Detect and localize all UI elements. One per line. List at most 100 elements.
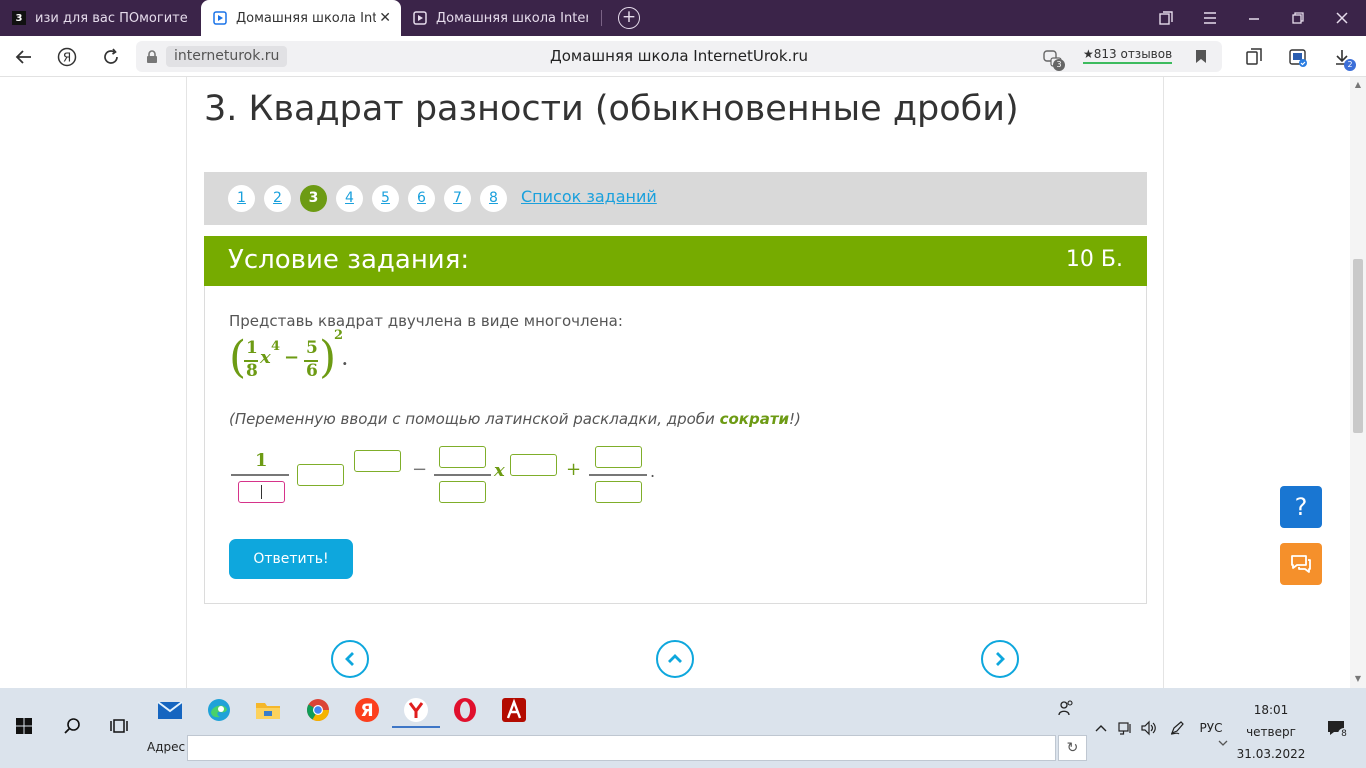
fraction-bar xyxy=(434,474,491,476)
prev-lesson-button[interactable] xyxy=(331,640,369,678)
system-clock[interactable]: 18:01 четверг 31.03.2022 xyxy=(1234,699,1308,765)
help-button[interactable]: ? xyxy=(1280,486,1322,528)
acrobat-icon[interactable] xyxy=(498,696,530,724)
tab-3[interactable]: Домашняя школа InternetUrok xyxy=(413,0,599,36)
search-icon[interactable] xyxy=(56,712,88,740)
notifications-icon[interactable]: 8 xyxy=(1324,718,1350,740)
task-header: Условие задания: 10 Б. xyxy=(204,236,1147,286)
close-window-icon[interactable] xyxy=(1320,0,1364,36)
scrollbar-thumb[interactable] xyxy=(1353,259,1363,433)
answer-input-7-numerator[interactable] xyxy=(595,446,642,468)
downloads-badge: 2 xyxy=(1344,59,1356,71)
task-body: Представь квадрат двучлена в виде многоч… xyxy=(204,286,1147,604)
fraction-bar xyxy=(589,474,647,476)
chevron-left-icon xyxy=(345,652,354,666)
pager-item-3[interactable]: 3 xyxy=(300,185,327,212)
pager-item-8[interactable]: 8 xyxy=(480,185,507,212)
file-explorer-icon[interactable] xyxy=(252,696,284,724)
minimize-icon[interactable] xyxy=(1232,0,1276,36)
pen-icon[interactable] xyxy=(1167,718,1187,738)
edge-browser-icon[interactable] xyxy=(203,696,235,724)
address-toolbar-label: Адрес xyxy=(147,740,186,754)
tab-separator xyxy=(601,10,602,26)
pager-item-4[interactable]: 4 xyxy=(336,185,363,212)
submit-answer-button[interactable]: Ответить! xyxy=(229,539,353,579)
page-scrollbar[interactable]: ▲ ▼ xyxy=(1350,77,1366,688)
people-icon[interactable] xyxy=(1056,698,1076,718)
answer-plus: + xyxy=(566,459,582,480)
pager-item-5[interactable]: 5 xyxy=(372,185,399,212)
svg-text:Я: Я xyxy=(63,51,71,65)
expr-num1: 1 xyxy=(246,338,258,358)
chat-icon xyxy=(1291,555,1311,573)
scroll-up-arrow-icon[interactable]: ▲ xyxy=(1353,80,1363,89)
network-icon[interactable] xyxy=(1115,718,1135,738)
notifications-badge: 8 xyxy=(1338,728,1350,740)
hint-end: !) xyxy=(789,410,801,428)
chrome-icon[interactable] xyxy=(302,696,334,724)
play-icon xyxy=(213,11,227,25)
task-pager: 1 2 3 4 5 6 7 8 Список заданий xyxy=(204,172,1147,225)
tab-1[interactable]: 3 изи для вас ПОмогите алгебра xyxy=(12,0,198,36)
scroll-top-button[interactable] xyxy=(656,640,694,678)
protect-icon[interactable]: 3 xyxy=(1042,47,1065,71)
left-paren: ( xyxy=(229,332,247,383)
pager-item-6[interactable]: 6 xyxy=(408,185,435,212)
clock-time: 18:01 xyxy=(1253,703,1289,717)
address-toolbar-input[interactable] xyxy=(187,735,1228,761)
task-list-link[interactable]: Список заданий xyxy=(521,187,657,206)
chevron-down-icon[interactable] xyxy=(1218,739,1228,750)
volume-icon[interactable] xyxy=(1139,718,1159,738)
play-icon xyxy=(413,11,427,25)
bookmarks-panel-icon[interactable] xyxy=(1144,0,1188,36)
tab-title: Домашняя школа InternetUrok xyxy=(436,10,588,26)
close-icon[interactable]: ✕ xyxy=(379,10,391,26)
answer-input-5-denominator[interactable] xyxy=(439,481,486,503)
url-field[interactable]: interneturok.ru Домашняя школа InternetU… xyxy=(136,41,1222,72)
task-view-icon[interactable] xyxy=(103,712,135,740)
answer-input-2-coefficient[interactable] xyxy=(297,464,344,486)
tab-strip: 3 изи для вас ПОмогите алгебра Домашняя … xyxy=(0,0,1366,36)
download-icon[interactable]: 2 xyxy=(1330,45,1356,71)
opera-icon[interactable] xyxy=(449,696,481,724)
hint-accent: сократи xyxy=(719,410,790,428)
input-language[interactable]: РУС xyxy=(1196,718,1226,738)
chevron-up-icon[interactable] xyxy=(1091,718,1111,738)
reviews-link[interactable]: ★813 отзывов xyxy=(1083,46,1173,64)
expr-den2: 6 xyxy=(306,361,318,381)
task-points: 10 Б. xyxy=(1065,247,1123,272)
back-arrow-icon[interactable] xyxy=(12,45,36,69)
pager-item-1[interactable]: 1 xyxy=(228,185,255,212)
answer-input-3-exponent[interactable] xyxy=(354,450,401,472)
fraction-bar xyxy=(231,474,289,476)
windows-taskbar: Я Адрес ↻ РУС 18:01 четверг 31.03.2022 8 xyxy=(0,688,1366,768)
bookmark-icon[interactable] xyxy=(1195,49,1207,68)
reload-icon[interactable] xyxy=(99,45,123,69)
yandex-browser-icon[interactable] xyxy=(400,696,432,724)
chat-button[interactable] xyxy=(1280,543,1322,585)
new-tab-button[interactable]: + xyxy=(618,7,640,29)
tab-2[interactable]: Домашняя школа InternetUrok ✕ xyxy=(201,0,401,36)
answer-end: . xyxy=(650,462,656,481)
yandex-logo-icon[interactable]: Я xyxy=(55,45,79,69)
pager-item-7[interactable]: 7 xyxy=(444,185,471,212)
answer-input-1-denominator[interactable] xyxy=(238,481,285,503)
mail-app-icon[interactable] xyxy=(154,696,186,724)
yandex-app-icon[interactable]: Я xyxy=(351,696,383,724)
windows-start-icon[interactable] xyxy=(8,712,40,740)
chevron-right-icon xyxy=(996,652,1005,666)
tab-title: изи для вас ПОмогите алгебра xyxy=(35,10,187,26)
answer-input-8-denominator[interactable] xyxy=(595,481,642,503)
extension-icon[interactable] xyxy=(1286,45,1310,69)
collections-icon[interactable] xyxy=(1242,45,1266,69)
clock-date: 31.03.2022 xyxy=(1236,747,1306,761)
address-go-refresh-icon[interactable]: ↻ xyxy=(1058,735,1087,761)
next-lesson-button[interactable] xyxy=(981,640,1019,678)
answer-input-6-exponent[interactable] xyxy=(510,454,557,476)
menu-icon[interactable] xyxy=(1188,0,1232,36)
scroll-down-arrow-icon[interactable]: ▼ xyxy=(1353,674,1363,683)
answer-input-4-numerator[interactable] xyxy=(439,446,486,468)
pager-item-2[interactable]: 2 xyxy=(264,185,291,212)
answer-numerator: 1 xyxy=(255,450,268,471)
restore-icon[interactable] xyxy=(1276,0,1320,36)
